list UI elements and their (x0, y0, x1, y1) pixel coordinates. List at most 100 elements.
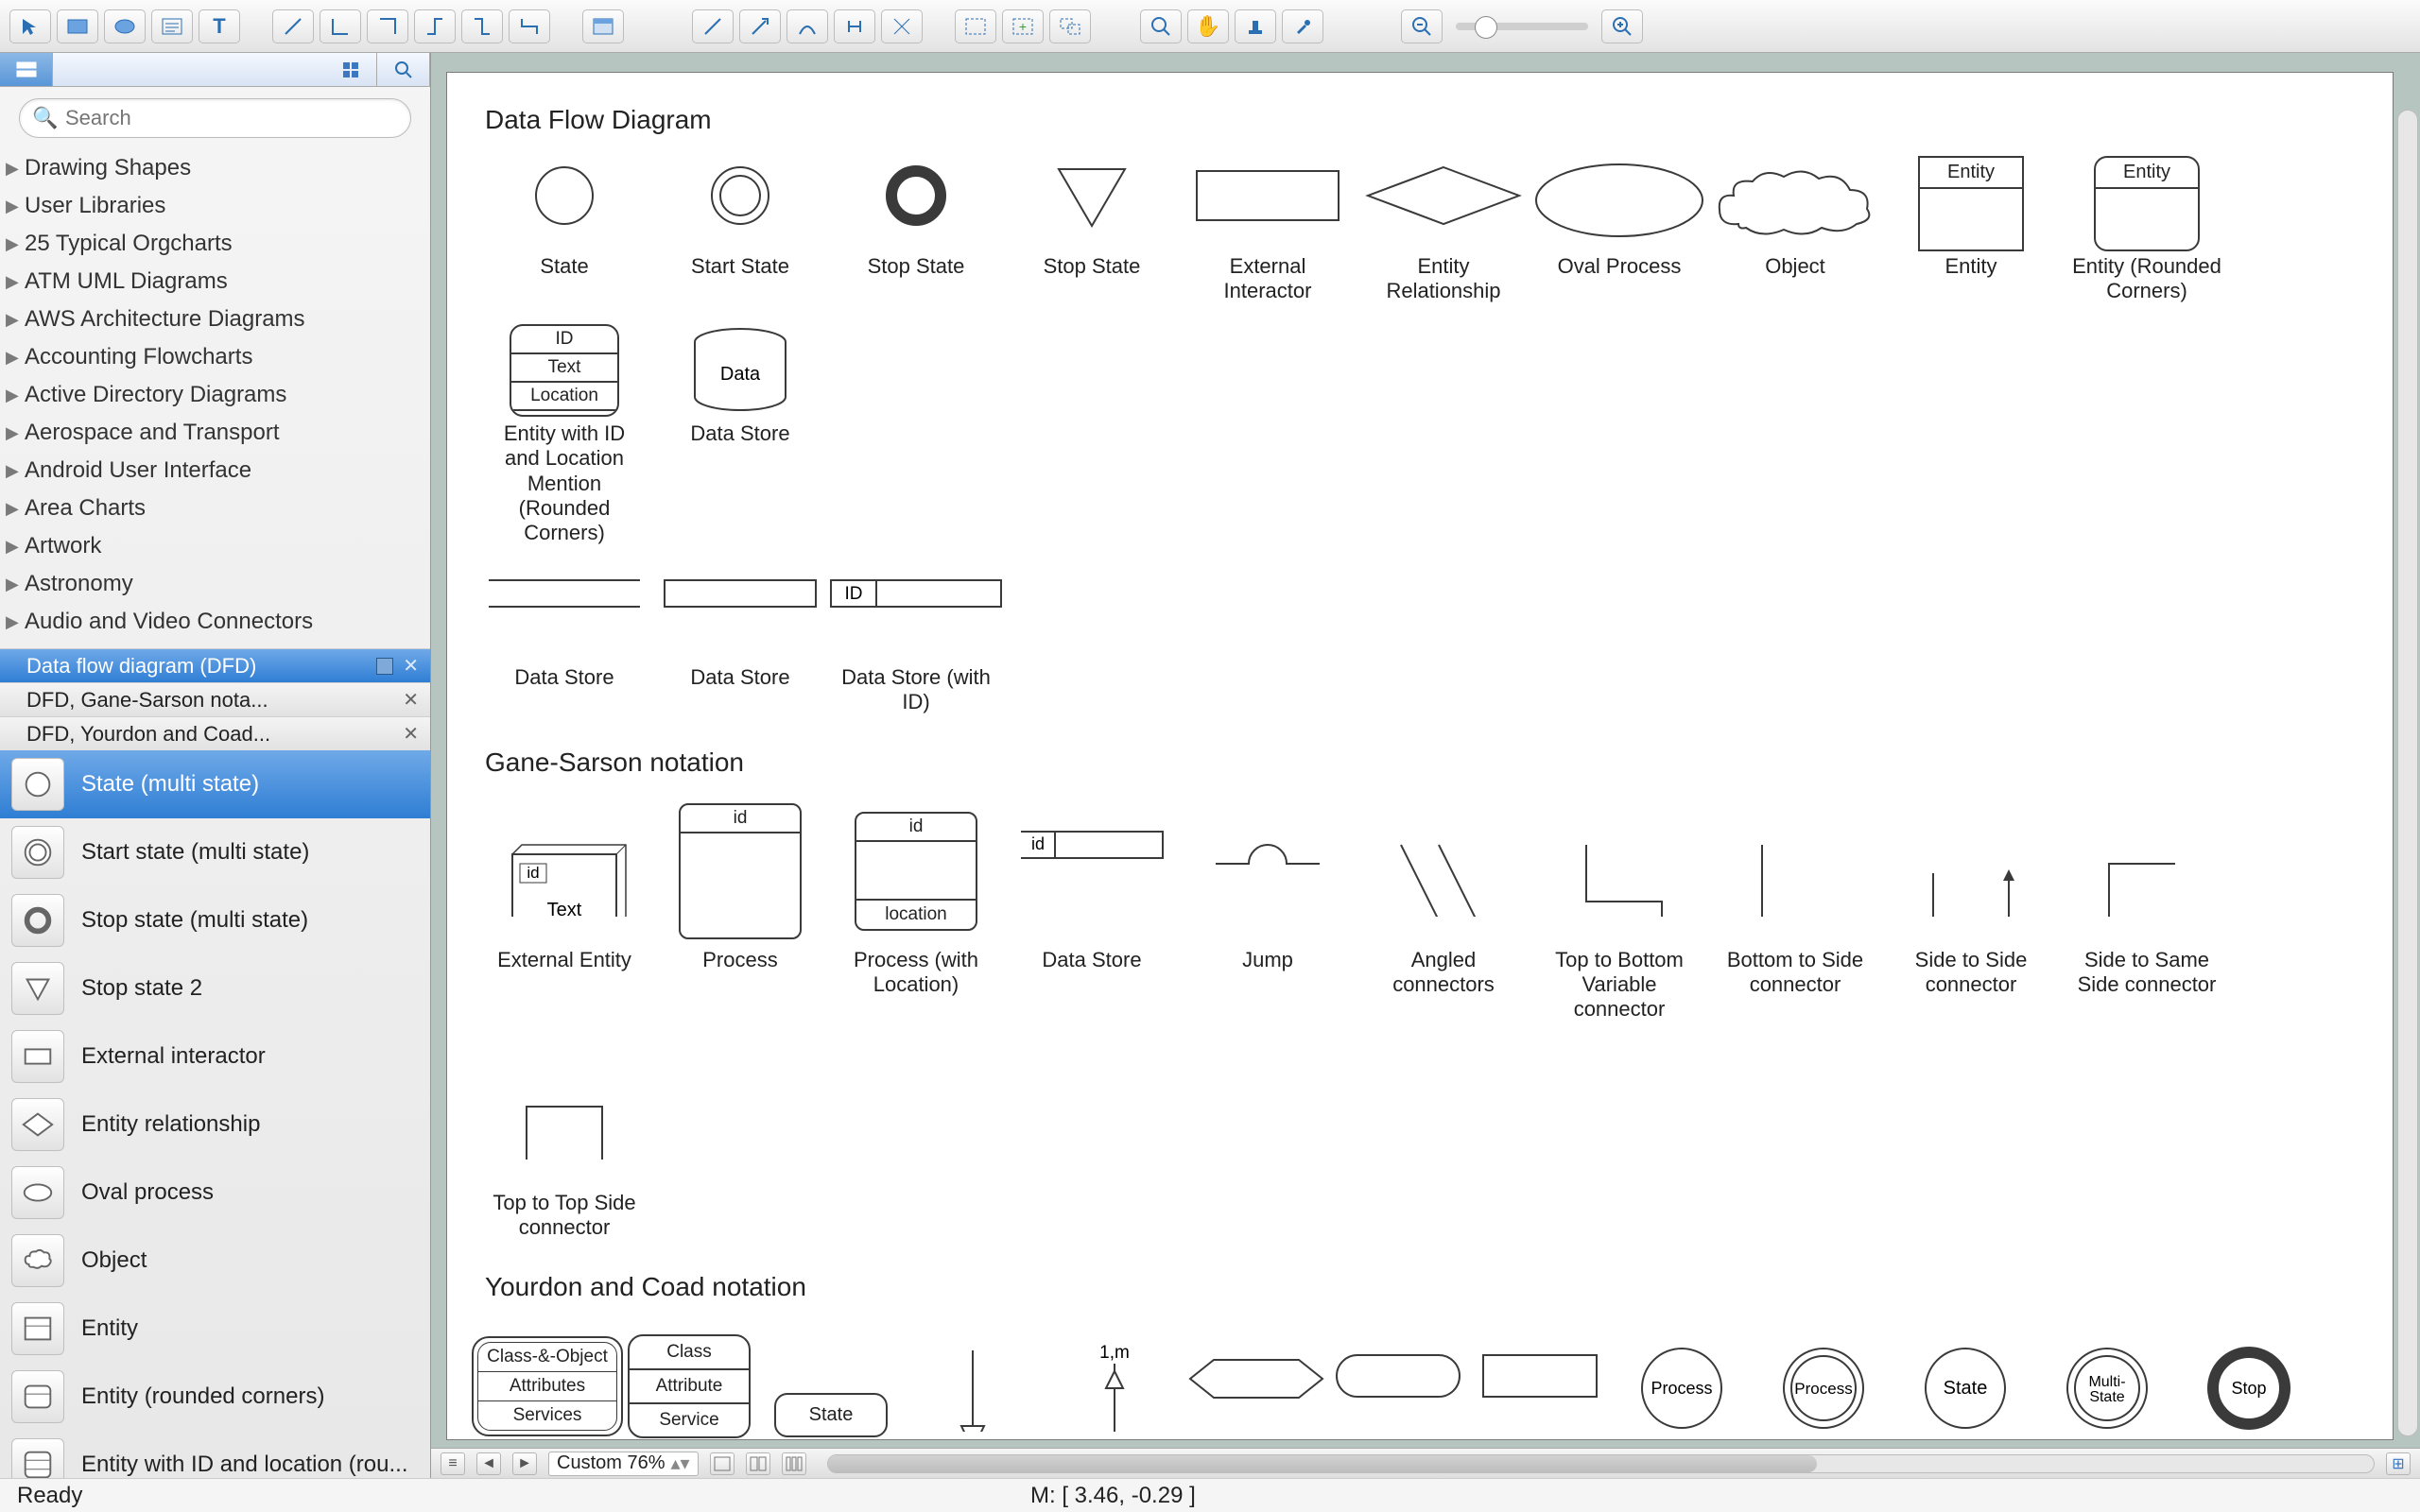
h-scrollbar[interactable] (827, 1454, 2375, 1473)
ellipse-tool[interactable] (104, 9, 146, 43)
shape-cell[interactable]: ClassAttributeServiceClass (627, 1325, 752, 1440)
shape-cell[interactable]: 1,m1Whole-part structure (1052, 1325, 1177, 1440)
zoom-in-tool[interactable] (1140, 9, 1182, 43)
search-view-icon[interactable] (377, 53, 430, 86)
rect-tool[interactable] (57, 9, 98, 43)
shape-cell[interactable]: EntityEntity (Rounded Corners) (2067, 158, 2226, 304)
shape-cell[interactable]: Side to Side connector (1892, 800, 2050, 1022)
connector-4[interactable] (414, 9, 456, 43)
zoom-out-button[interactable] (1401, 9, 1443, 43)
shape-cell[interactable]: ProcessData process (1619, 1325, 1744, 1440)
tree-item[interactable]: ▶Aerospace and Transport (0, 414, 430, 452)
panel-tool[interactable] (582, 9, 624, 43)
shape-cell[interactable]: Start State (661, 158, 820, 304)
shape-item[interactable]: Entity (0, 1295, 430, 1363)
connector-5[interactable] (461, 9, 503, 43)
tree-item[interactable]: ▶Accounting Flowcharts (0, 338, 430, 376)
shape-cell[interactable]: idProcess (661, 800, 820, 1022)
shape-item[interactable]: Entity (rounded corners) (0, 1363, 430, 1431)
shape-cell[interactable]: External interactor (1478, 1325, 1602, 1440)
shape-cell[interactable]: StateState (769, 1325, 893, 1440)
shape-cell[interactable]: Jump (1188, 800, 1347, 1022)
shape-cell[interactable]: Stop State (1012, 158, 1171, 304)
shape-cell[interactable]: Oval Process (1540, 158, 1699, 304)
shape-item[interactable]: Oval process (0, 1159, 430, 1227)
shape-cell[interactable]: Loop (1336, 1325, 1461, 1440)
library-tab[interactable]: DFD, Yourdon and Coad...✕ (0, 716, 430, 750)
tree-item[interactable]: ▶Active Directory Diagrams (0, 376, 430, 414)
tree-item[interactable]: ▶ATM UML Diagrams (0, 263, 430, 301)
close-icon[interactable]: ✕ (403, 654, 419, 678)
shape-item[interactable]: Stop state 2 (0, 954, 430, 1022)
curve-tool[interactable] (786, 9, 828, 43)
shape-cell[interactable]: Object (1716, 158, 1875, 304)
shape-item[interactable]: Entity with ID and location (rou... (0, 1431, 430, 1478)
bidir-tool[interactable] (834, 9, 875, 43)
shape-cell[interactable]: Multi-StateMulti-state (2045, 1325, 2169, 1440)
shape-cell[interactable]: Data Store (485, 569, 644, 715)
shape-cell[interactable]: ProcessMultiple process (1761, 1325, 1886, 1440)
shape-cell[interactable]: StateState (1903, 1325, 2028, 1440)
arrow-tool[interactable] (739, 9, 781, 43)
page-prev[interactable]: ◄ (476, 1452, 501, 1475)
shape-cell[interactable]: Data Store (661, 569, 820, 715)
shape-item[interactable]: Stop state (multi state) (0, 886, 430, 954)
shape-cell[interactable]: Generalization and specialization struct… (910, 1325, 1035, 1440)
shape-item[interactable]: Entity relationship (0, 1091, 430, 1159)
shape-cell[interactable]: idTextExternal Entity (485, 800, 644, 1022)
search-input[interactable] (19, 98, 411, 138)
shape-item[interactable]: State (multi state) (0, 750, 430, 818)
shape-cell[interactable]: External Interactor (1188, 158, 1347, 304)
library-tab[interactable]: DFD, Gane-Sarson nota...✕ (0, 682, 430, 716)
shape-cell[interactable]: Top to Top Side connector (485, 1043, 644, 1241)
connector-1[interactable] (272, 9, 314, 43)
shape-cell[interactable]: Class-&-ObjectAttributesServicesClass an… (485, 1325, 610, 1440)
tree-item[interactable]: ▶Area Charts (0, 490, 430, 527)
select-group[interactable] (1049, 9, 1091, 43)
tree-item[interactable]: ▶Audio and Video Connectors (0, 603, 430, 641)
library-tab[interactable]: Data flow diagram (DFD)✕ (0, 648, 430, 682)
page-next[interactable]: ► (512, 1452, 537, 1475)
spread-tool[interactable] (881, 9, 923, 43)
zoom-value[interactable]: Custom 76%▴▾ (548, 1452, 699, 1476)
select-add[interactable]: + (1002, 9, 1044, 43)
layout-2[interactable] (746, 1452, 770, 1475)
shape-cell[interactable]: idData Store (1012, 800, 1171, 1022)
eyedropper-tool[interactable] (1282, 9, 1323, 43)
tree-item[interactable]: ▶Astronomy (0, 565, 430, 603)
connector-6[interactable] (509, 9, 550, 43)
shape-cell[interactable]: StopStop state (2187, 1325, 2311, 1440)
layout-3[interactable] (782, 1452, 806, 1475)
tree-item[interactable]: ▶User Libraries (0, 187, 430, 225)
shape-cell[interactable]: IDTextLocationEntity with ID and Locatio… (485, 325, 644, 546)
shape-cell[interactable]: State (485, 158, 644, 304)
layout-1[interactable] (710, 1452, 735, 1475)
save-icon[interactable] (376, 658, 393, 675)
v-scrollbar[interactable] (2397, 110, 2418, 1436)
tree-item[interactable]: ▶AWS Architecture Diagrams (0, 301, 430, 338)
shape-cell[interactable]: Entity Relationship (1364, 158, 1523, 304)
shape-cell[interactable]: Side to Same Side connector (2067, 800, 2226, 1022)
shape-cell[interactable]: Angled connectors (1364, 800, 1523, 1022)
connector-2[interactable] (320, 9, 361, 43)
grid-view-icon[interactable] (324, 53, 377, 86)
stamp-tool[interactable] (1235, 9, 1276, 43)
close-icon[interactable]: ✕ (403, 722, 419, 746)
tree-item[interactable]: ▶Android User Interface (0, 452, 430, 490)
zoom-slider[interactable] (1456, 23, 1588, 30)
shape-cell[interactable]: EntityEntity (1892, 158, 2050, 304)
corner-icon[interactable]: ⊞ (2386, 1452, 2411, 1475)
shape-cell[interactable]: DataData Store (661, 325, 820, 546)
shape-cell[interactable]: Top to Bottom Variable connector (1540, 800, 1699, 1022)
tree-item[interactable]: ▶Artwork (0, 527, 430, 565)
shape-item[interactable]: Object (0, 1227, 430, 1295)
close-icon[interactable]: ✕ (403, 688, 419, 712)
text-tool[interactable]: T (199, 9, 240, 43)
content-tool[interactable] (151, 9, 193, 43)
connector-3[interactable] (367, 9, 408, 43)
select-area[interactable] (955, 9, 996, 43)
zoom-in-button[interactable] (1601, 9, 1643, 43)
hand-tool[interactable]: ✋ (1187, 9, 1229, 43)
shape-cell[interactable]: Condition (1194, 1325, 1319, 1440)
page-menu[interactable]: ≡ (441, 1452, 465, 1475)
